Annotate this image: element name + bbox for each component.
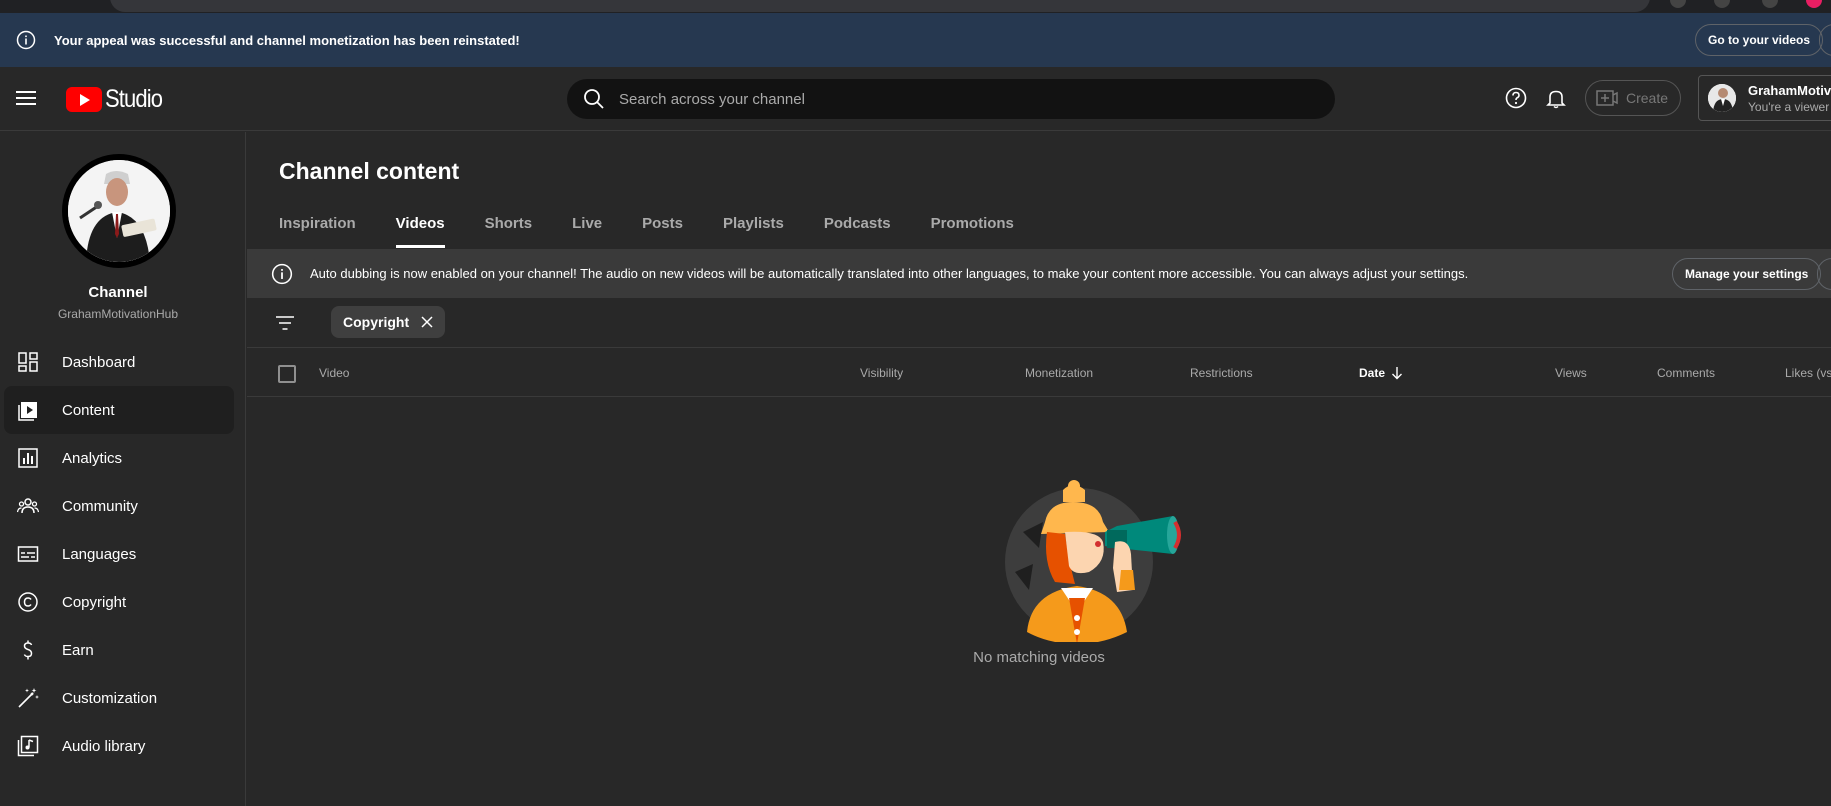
table-header: Video Visibility Monetization Restrictio… [247, 349, 1831, 397]
appeal-message: Your appeal was successful and channel m… [54, 32, 520, 48]
community-icon [17, 498, 39, 514]
tab-posts[interactable]: Posts [642, 210, 683, 248]
help-icon[interactable] [1505, 87, 1527, 109]
menu-icon[interactable] [16, 87, 42, 111]
content-tabs: Inspiration Videos Shorts Live Posts Pla… [279, 210, 1054, 248]
address-bar[interactable] [110, 0, 1650, 12]
appeal-banner: Your appeal was successful and channel m… [0, 13, 1831, 67]
extension-icon[interactable] [1714, 0, 1730, 8]
sidebar-item-label: Copyright [62, 593, 127, 611]
extension-icon[interactable] [1762, 0, 1778, 8]
browser-toolbar [0, 0, 1831, 13]
sidebar-item-earn[interactable]: Earn [4, 626, 234, 674]
customization-icon [18, 688, 39, 708]
sidebar-item-content[interactable]: Content [4, 386, 234, 434]
column-visibility[interactable]: Visibility [860, 366, 903, 380]
sidebar-item-dashboard[interactable]: Dashboard [4, 338, 234, 386]
sidebar-item-audio-library[interactable]: Audio library [4, 722, 234, 770]
column-date[interactable]: Date [1359, 366, 1403, 380]
sidebar-item-label: Earn [62, 641, 94, 659]
sidebar-item-label: Customization [62, 689, 158, 707]
account-avatar [1708, 84, 1736, 112]
tab-playlists[interactable]: Playlists [723, 210, 784, 248]
column-video[interactable]: Video [319, 366, 349, 380]
languages-icon [17, 546, 39, 562]
empty-state-illustration [1005, 480, 1181, 642]
column-monetization[interactable]: Monetization [1025, 366, 1093, 380]
filter-bar: Copyright [247, 298, 1831, 348]
sidebar-item-analytics[interactable]: Analytics [4, 434, 234, 482]
earn-icon [23, 640, 33, 660]
tab-live[interactable]: Live [572, 210, 602, 248]
tab-shorts[interactable]: Shorts [485, 210, 533, 248]
profile-icon[interactable] [1806, 0, 1822, 8]
channel-photo [68, 160, 170, 262]
column-comments[interactable]: Comments [1657, 366, 1715, 380]
filter-chip-label: Copyright [343, 314, 410, 330]
channel-title: Channel [88, 284, 148, 301]
content-icon [18, 402, 37, 421]
sidebar-item-community[interactable]: Community [4, 482, 234, 530]
auto-dubbing-banner: Auto dubbing is now enabled on your chan… [247, 249, 1831, 298]
extension-icon[interactable] [1670, 0, 1686, 8]
dubbing-message: Auto dubbing is now enabled on your chan… [310, 266, 1469, 281]
dashboard-icon [18, 352, 38, 372]
tab-inspiration[interactable]: Inspiration [279, 210, 356, 248]
sidebar-item-label: Languages [62, 545, 137, 563]
dismiss-dubbing-button[interactable] [1817, 258, 1831, 290]
info-icon [271, 263, 293, 285]
audio-library-icon [17, 735, 39, 757]
select-all-checkbox[interactable] [278, 365, 296, 383]
sidebar-item-label: Analytics [62, 449, 123, 467]
create-button[interactable]: Create [1585, 80, 1681, 116]
sidebar-item-label: Content [62, 401, 115, 419]
go-to-videos-button[interactable]: Go to your videos [1695, 24, 1824, 56]
dismiss-appeal-button[interactable] [1819, 24, 1831, 56]
tab-promotions[interactable]: Promotions [931, 210, 1014, 248]
analytics-icon [18, 448, 38, 468]
logo-text: Studio [105, 85, 163, 113]
sidebar-item-label: Audio library [62, 737, 146, 755]
tab-podcasts[interactable]: Podcasts [824, 210, 891, 248]
youtube-logo-icon [66, 87, 102, 112]
sort-descending-icon [1392, 367, 1403, 380]
sidebar-item-label: Community [62, 497, 138, 515]
column-date-label: Date [1359, 366, 1386, 380]
column-views[interactable]: Views [1555, 366, 1587, 380]
account-name: GrahamMotivationHub [1748, 83, 1831, 98]
account-role: You're a viewer [1748, 100, 1830, 114]
close-icon[interactable] [421, 316, 433, 328]
search-bar[interactable] [567, 79, 1335, 119]
copyright-icon [18, 592, 38, 612]
channel-avatar[interactable] [62, 154, 176, 268]
search-input[interactable] [619, 90, 1279, 108]
filter-chip-copyright[interactable]: Copyright [331, 306, 446, 338]
tab-videos[interactable]: Videos [395, 210, 445, 248]
studio-header: Studio Create [0, 67, 1831, 131]
sidebar-nav: Dashboard Content Analytics Community La… [4, 338, 234, 770]
column-likes[interactable]: Likes (vs [1785, 366, 1831, 380]
sidebar-item-label: Dashboard [62, 353, 136, 371]
create-label: Create [1626, 90, 1669, 106]
sidebar: Channel GrahamMotivationHub Dashboard Co… [0, 132, 246, 806]
create-video-icon [1596, 90, 1618, 106]
channel-handle: GrahamMotivationHub [57, 307, 179, 321]
info-icon [16, 30, 36, 50]
notifications-bell-icon[interactable] [1545, 87, 1567, 109]
page-title: Channel content [279, 158, 460, 184]
sidebar-item-customization[interactable]: Customization [4, 674, 234, 722]
sidebar-item-languages[interactable]: Languages [4, 530, 234, 578]
column-restrictions[interactable]: Restrictions [1190, 366, 1253, 380]
sidebar-item-copyright[interactable]: Copyright [4, 578, 234, 626]
empty-state-message: No matching videos [973, 649, 1105, 666]
studio-logo[interactable]: Studio [66, 85, 170, 114]
account-switcher[interactable]: GrahamMotivationHub You're a viewer [1698, 75, 1831, 121]
filter-icon[interactable] [275, 313, 295, 333]
main-content: Channel content Inspiration Videos Short… [247, 132, 1831, 806]
manage-settings-button[interactable]: Manage your settings [1672, 258, 1822, 290]
search-icon[interactable] [583, 88, 605, 110]
